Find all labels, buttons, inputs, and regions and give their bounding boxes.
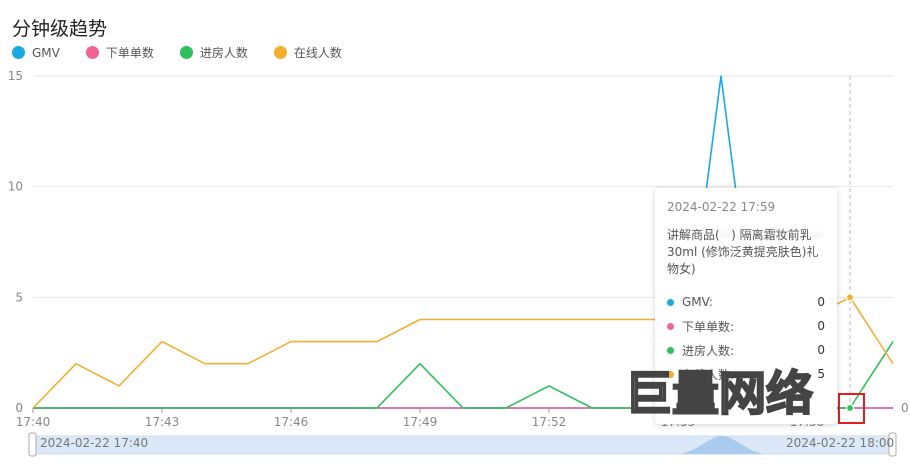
tooltip-value-gmv: 0	[817, 295, 825, 309]
tooltip-dot-entries	[667, 346, 674, 354]
tooltip-product: 讲解商品(···) 隔离霜妆前乳··· 30ml (修饰泛黄提亮肤色)礼物女)	[667, 227, 825, 278]
slider-start-label: 2024-02-22 17:40	[40, 436, 149, 450]
tooltip-row-orders: 下单单数: 0	[667, 314, 825, 338]
y-tick-label-15: 15	[8, 69, 23, 83]
x-tick-label-17-40: 17:40	[16, 415, 51, 429]
tooltip-dot-gmv	[667, 298, 674, 306]
tooltip-product-prefix: 讲解商品(	[667, 228, 720, 242]
tooltip-row-entries: 进房人数: 0	[667, 338, 825, 362]
tooltip-name-gmv: GMV:	[682, 295, 713, 309]
tooltip-name-entries: 进房人数:	[682, 343, 735, 358]
tooltip-product-suffix: 30ml (修饰泛黄提亮肤色)礼物女)	[667, 245, 819, 276]
tooltip-value-orders: 0	[817, 319, 825, 333]
slider-handle-left	[28, 432, 37, 457]
tooltip-product-mid: ) 隔离霜妆前乳	[731, 228, 812, 242]
tooltip-row-gmv: GMV: 0	[667, 290, 825, 314]
x-tick-label-17-52: 17:52	[532, 415, 567, 429]
tooltip-time: 2024-02-22 17:59	[667, 200, 776, 214]
highlight-point-online	[845, 293, 855, 302]
right-axis-tick-label-0: 0	[901, 401, 909, 415]
watermark: 巨量网络	[624, 367, 814, 422]
tooltip-name-orders: 下单单数:	[682, 319, 735, 334]
x-tick-label-17-43: 17:43	[145, 415, 180, 429]
slider-track	[32, 435, 894, 455]
tooltip-dot-orders	[667, 322, 674, 330]
y-tick-label-0: 0	[15, 401, 23, 415]
x-tick-label-17-46: 17:46	[274, 415, 309, 429]
highlight-point-entries	[845, 403, 855, 413]
slider-end-label: 2024-02-22 18:00	[786, 436, 895, 450]
y-tick-label-10: 10	[8, 180, 23, 194]
tooltip-product-blurred: ···	[719, 228, 732, 242]
tooltip-value-entries: 0	[817, 343, 825, 357]
y-tick-label-5: 5	[15, 290, 23, 304]
x-tick-label-17-49: 17:49	[403, 415, 438, 429]
tooltip-product-blurred-2: ···	[811, 228, 824, 242]
